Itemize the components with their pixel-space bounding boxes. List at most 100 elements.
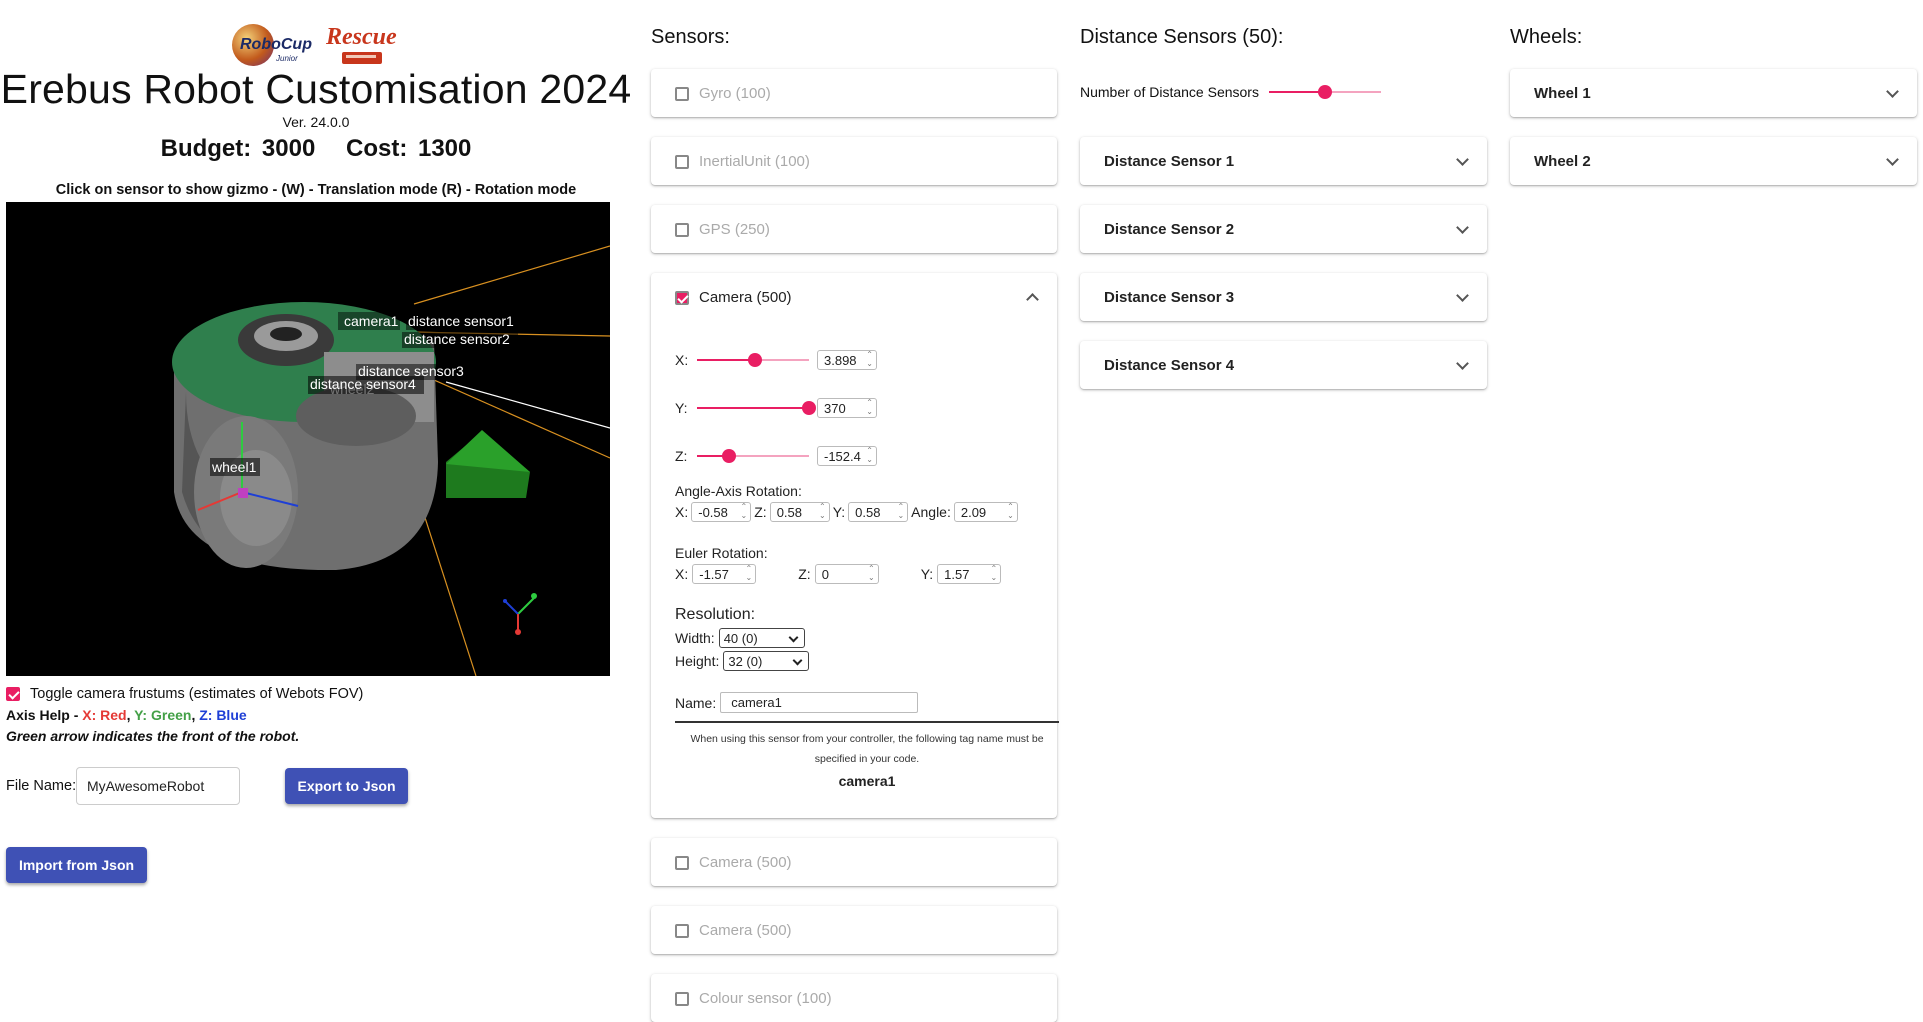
x-label: X:	[675, 352, 689, 368]
sensor-checkbox[interactable]	[675, 222, 689, 237]
wheel-1-panel[interactable]: Wheel 1	[1510, 69, 1917, 117]
camera1-label[interactable]: camera1	[344, 313, 399, 329]
width-select[interactable]: 40 (0)	[718, 628, 805, 648]
sensor-card-inertialunit[interactable]: InertialUnit (100)	[651, 137, 1057, 185]
expand-chevron-icon[interactable]	[1886, 85, 1899, 98]
export-json-button[interactable]: Export to Json	[285, 768, 408, 804]
euler-x-input[interactable]: -1.57	[692, 564, 757, 584]
camera-z-input[interactable]: -152.4	[817, 446, 877, 466]
sensor-checkbox[interactable]	[675, 855, 689, 870]
euler-y-label: Y:	[920, 566, 934, 582]
name-row: Name: camera1	[675, 692, 919, 713]
sensor-row: Gyro (100)	[675, 85, 771, 102]
camera-y-row: Y: 370	[675, 398, 877, 418]
expand-chevron-icon[interactable]	[1456, 153, 1469, 166]
angle-axis-title: Angle-Axis Rotation:	[675, 483, 802, 499]
distance-sensor1-label[interactable]: distance sensor1	[408, 313, 514, 329]
camera-x-slider[interactable]	[697, 353, 809, 367]
frustum-checkbox[interactable]	[6, 687, 20, 701]
distance-sensor-4-panel[interactable]: Distance Sensor 4	[1080, 341, 1487, 389]
sensor-name-input[interactable]: camera1	[720, 692, 919, 713]
camera-checkbox[interactable]	[675, 290, 689, 305]
tag-name-note: When using this sensor from your control…	[690, 733, 1044, 765]
distance-sensors-title: Distance Sensors (50):	[1080, 26, 1284, 48]
file-name-label: File Name:	[6, 778, 77, 794]
camera-z-slider[interactable]	[697, 449, 809, 463]
budget-cost-line: Budget: 3000 Cost: 1300	[0, 135, 632, 163]
camera-y-slider[interactable]	[697, 401, 816, 415]
aa-z-input[interactable]: 0.58	[769, 502, 830, 522]
sensor-checkbox[interactable]	[675, 991, 689, 1006]
height-select[interactable]: 32 (0)	[723, 651, 810, 671]
aa-y-input[interactable]: 0.58	[848, 502, 909, 522]
axis-y-legend: Y: Green	[134, 707, 192, 723]
logo-robocup-text: RoboCup	[240, 36, 312, 53]
wheel1-label[interactable]: wheel1	[211, 459, 257, 475]
aa-angle-input[interactable]: 2.09	[953, 502, 1018, 522]
sensor-label: Camera (500)	[699, 854, 792, 871]
distance-sensor-1-panel[interactable]: Distance Sensor 1	[1080, 137, 1487, 185]
sensor-label: Colour sensor (100)	[699, 990, 832, 1007]
sensor-card-gps[interactable]: GPS (250)	[651, 205, 1057, 253]
aa-x-input[interactable]: -0.58	[691, 502, 752, 522]
sensor-card-colour[interactable]: Colour sensor (100)	[651, 974, 1057, 1022]
logo-junior-text: Junior	[276, 54, 298, 63]
tag-name-value: camera1	[838, 773, 896, 789]
robot-3d-viewport[interactable]: camera1 distance sensor1 distance sensor…	[6, 202, 610, 676]
sensor-checkbox[interactable]	[675, 923, 689, 938]
camera-x-row: X: 3.898	[675, 350, 877, 370]
width-label: Width:	[675, 630, 715, 646]
version-label: Ver. 24.0.0	[282, 114, 350, 130]
name-divider	[675, 721, 1059, 723]
distance-count-slider[interactable]	[1268, 85, 1381, 99]
distance-sensor2-label[interactable]: distance sensor2	[404, 331, 510, 347]
sensors-title: Sensors:	[651, 26, 730, 48]
panel-title: Wheel 2	[1534, 152, 1591, 170]
aa-y-label: Y:	[832, 504, 846, 520]
sensor-checkbox[interactable]	[675, 154, 689, 169]
sensor-card-camera-2[interactable]: Camera (500)	[651, 838, 1057, 886]
resolution-width-row: Width: 40 (0)	[675, 628, 805, 648]
sensor-card-gyro[interactable]: Gyro (100)	[651, 69, 1057, 117]
euler-z-input[interactable]: 0	[814, 564, 879, 584]
expand-chevron-icon[interactable]	[1886, 153, 1899, 166]
logo-rescue-text: Rescue	[326, 24, 397, 50]
y-label: Y:	[675, 400, 688, 416]
sensor-card-camera-expanded: Camera (500) X: 3.898 Y: 370 Z: -152.4 A…	[651, 273, 1059, 818]
distance-sensor-2-panel[interactable]: Distance Sensor 2	[1080, 205, 1487, 253]
panel-title: Distance Sensor 4	[1104, 356, 1235, 374]
sensor-checkbox[interactable]	[675, 86, 689, 101]
frustum-toggle-label: Toggle camera frustums (estimates of Web…	[30, 686, 364, 702]
height-label: Height:	[675, 653, 720, 669]
sensor-row: Camera (500)	[675, 854, 792, 871]
wheel-2-panel[interactable]: Wheel 2	[1510, 137, 1917, 185]
camera-z-row: Z: -152.4	[675, 446, 877, 466]
green-arrow-note: Green arrow indicates the front of the r…	[6, 728, 300, 744]
expand-chevron-icon[interactable]	[1456, 289, 1469, 302]
collapse-chevron-icon[interactable]	[1026, 293, 1039, 306]
cost-label: Cost: 1300	[345, 135, 472, 162]
expand-chevron-icon[interactable]	[1456, 221, 1469, 234]
z-label: Z:	[675, 448, 688, 464]
sensor-card-camera-3[interactable]: Camera (500)	[651, 906, 1057, 954]
camera-y-input[interactable]: 370	[817, 398, 877, 418]
sensor-row: Camera (500)	[675, 922, 792, 939]
distance-count-row: Number of Distance Sensors	[1080, 84, 1381, 100]
resolution-height-row: Height: 32 (0)	[675, 651, 810, 671]
distance-sensor4-label[interactable]: distance sensor4	[310, 376, 416, 392]
wheels-title: Wheels:	[1510, 26, 1583, 48]
camera-header-row[interactable]: Camera (500)	[675, 289, 792, 306]
resolution-title: Resolution:	[675, 606, 756, 623]
angle-axis-row: X: -0.58 Z: 0.58 Y: 0.58 Angle: 2.09	[675, 502, 1018, 522]
distance-sensor-3-panel[interactable]: Distance Sensor 3	[1080, 273, 1487, 321]
sensor-row: Colour sensor (100)	[675, 990, 832, 1007]
aa-z-label: Z:	[754, 504, 767, 520]
import-json-button[interactable]: Import from Json	[6, 847, 147, 883]
expand-chevron-icon[interactable]	[1456, 357, 1469, 370]
frustum-toggle-row: Toggle camera frustums (estimates of Web…	[6, 685, 363, 703]
camera-x-input[interactable]: 3.898	[817, 350, 877, 370]
file-name-input[interactable]: MyAwesomeRobot	[76, 767, 240, 805]
axis-help-prefix: Axis Help -	[6, 707, 83, 723]
euler-y-input[interactable]: 1.57	[937, 564, 1002, 584]
euler-title: Euler Rotation:	[675, 545, 768, 561]
